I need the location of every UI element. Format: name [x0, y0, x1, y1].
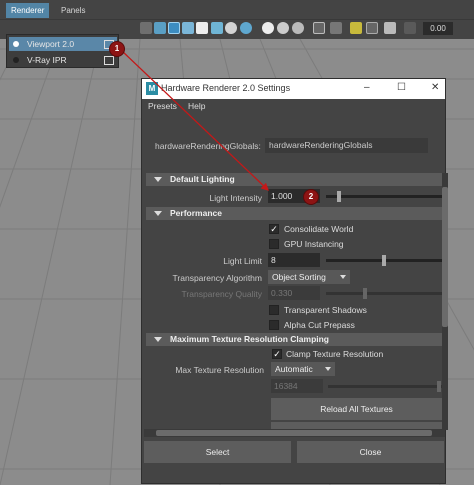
step-badge-2: 2 [304, 190, 318, 204]
annotation-arrow [120, 49, 269, 191]
step-badge-1: 1 [110, 42, 124, 56]
